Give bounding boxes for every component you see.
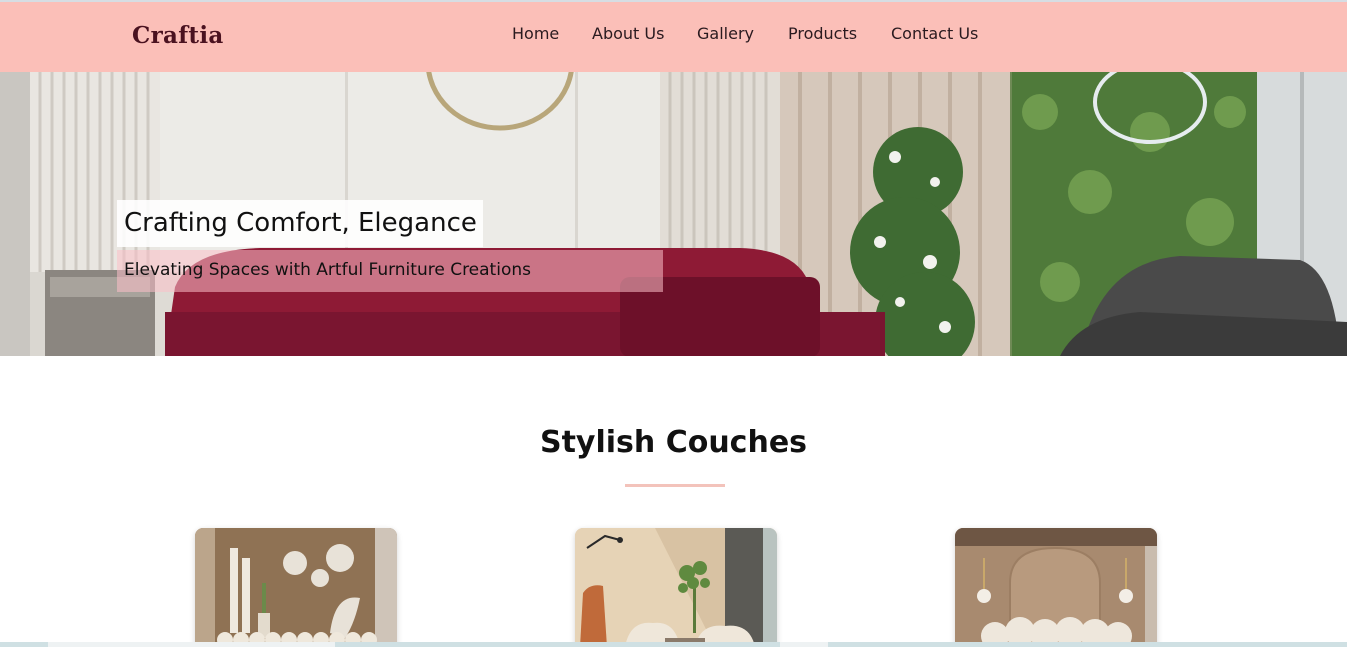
product-image-1 (195, 528, 397, 647)
nav-home[interactable]: Home (512, 24, 559, 43)
title-underline (625, 484, 725, 487)
navbar: Craftia Home About Us Gallery Products C… (0, 2, 1347, 72)
hero-heading: Crafting Comfort, Elegance (117, 200, 483, 247)
nav-gallery[interactable]: Gallery (697, 24, 754, 43)
product-card-3[interactable] (955, 528, 1157, 647)
product-card-1[interactable] (195, 528, 397, 647)
nav-about-us[interactable]: About Us (592, 24, 664, 43)
nav-products[interactable]: Products (788, 24, 857, 43)
brand-logo[interactable]: Craftia (132, 22, 224, 49)
product-card-2[interactable] (575, 528, 777, 647)
product-image-3 (955, 528, 1157, 647)
nav-contact-us[interactable]: Contact Us (891, 24, 978, 43)
bottom-strip (0, 642, 1347, 647)
product-image-2 (575, 528, 777, 647)
section-title: Stylish Couches (539, 425, 808, 460)
hero-subheading: Elevating Spaces with Artful Furniture C… (117, 250, 663, 292)
